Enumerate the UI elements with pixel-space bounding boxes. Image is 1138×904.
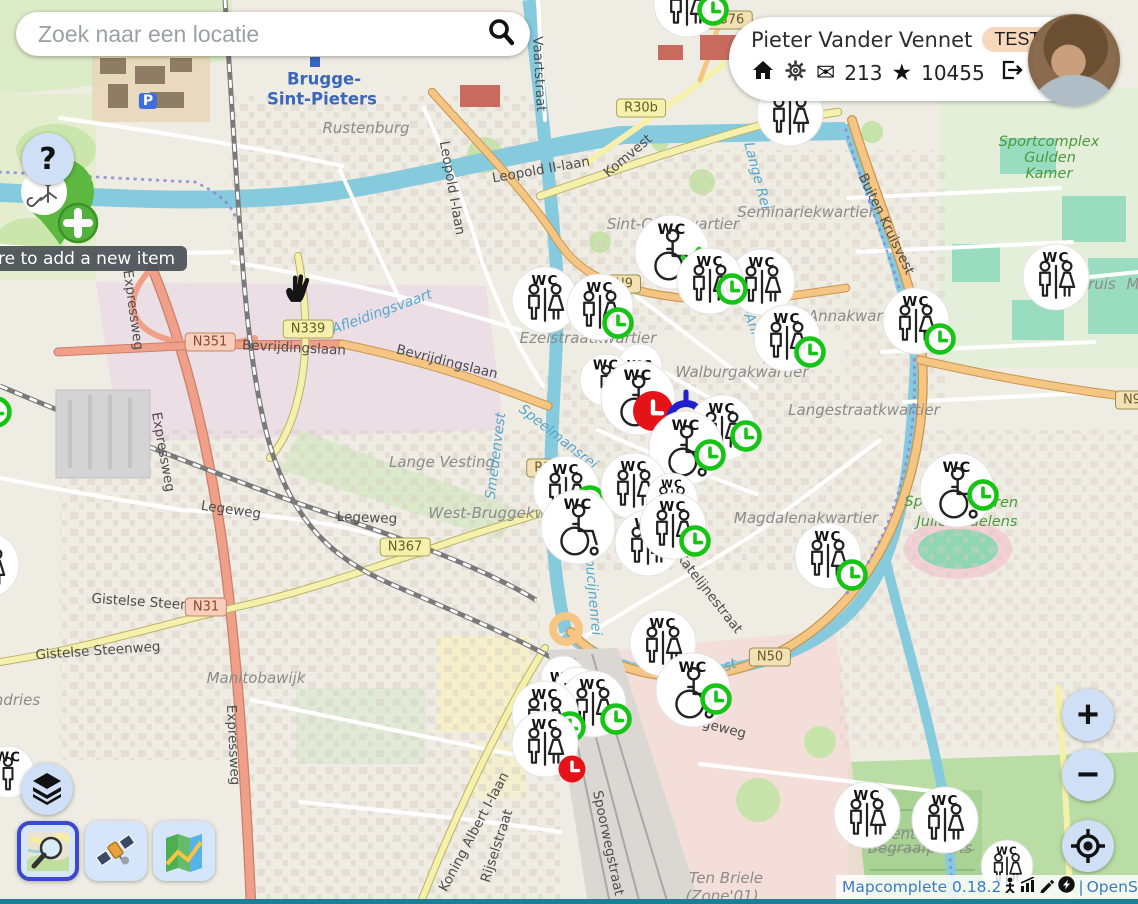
bottom-bar [0, 899, 1138, 904]
wc-marker[interactable]: WC [0, 532, 19, 598]
changesets-count: 10455 [921, 61, 985, 85]
open-clock-badge-icon [719, 276, 746, 303]
help-button[interactable]: ? [22, 133, 74, 185]
plus-icon: + [1077, 694, 1099, 737]
user-name: Pieter Vander Vennet [751, 28, 972, 52]
wc-marker[interactable]: WC [795, 523, 866, 589]
osm-copyright-icon[interactable] [1058, 876, 1075, 898]
messages-icon[interactable]: ✉ [816, 61, 835, 84]
svg-text:WC: WC [902, 294, 929, 310]
status-badge[interactable] [0, 399, 10, 426]
open-clock-badge-icon [605, 310, 632, 337]
osm-link[interactable]: OpenStreetMap [1087, 878, 1138, 896]
svg-text:WC: WC [531, 717, 558, 733]
satellite-icon [94, 830, 138, 872]
svg-text:WC: WC [531, 687, 558, 703]
location-search[interactable] [16, 12, 530, 56]
basemap-satellite-button[interactable] [85, 821, 147, 881]
svg-text:WC: WC [996, 845, 1018, 857]
open-clock-badge-icon [603, 706, 630, 733]
wc-marker[interactable]: WC [567, 274, 633, 340]
svg-text:WC: WC [696, 254, 723, 270]
basemap-osm-button[interactable] [17, 821, 79, 881]
svg-text:WC: WC [586, 280, 613, 296]
svg-text:WC: WC [748, 255, 775, 271]
open-clock-badge-icon [697, 442, 724, 469]
search-input[interactable] [36, 20, 486, 49]
wc-marker[interactable]: WC [640, 493, 709, 559]
world-map-icon [162, 830, 206, 872]
svg-text:WC: WC [814, 529, 841, 545]
layers-icon [29, 769, 65, 810]
minus-icon: − [1077, 754, 1099, 797]
attribution-bar: Mapcomplete 0.18.2 | OpenStreetMap [836, 875, 1138, 899]
open-clock-badge-icon [733, 423, 760, 450]
layers-button[interactable] [21, 763, 73, 815]
osm-map-icon [26, 830, 70, 872]
open-clock-badge-icon [970, 482, 997, 509]
home-icon[interactable] [751, 58, 775, 87]
wc-marker[interactable]: WC [883, 288, 954, 354]
wc-marker[interactable]: WC [920, 453, 997, 527]
svg-text:WC: WC [773, 311, 800, 327]
poi-markers: WC WC WC WC WC WC WC WC WC WC WC WC WC WC WC WC WC WC WC WC… [0, 0, 1138, 904]
svg-text:WC: WC [853, 788, 880, 804]
svg-text:WC: WC [620, 459, 647, 475]
help-label: ? [39, 142, 56, 177]
open-clock-badge-icon [700, 0, 727, 24]
hand-cursor-icon [281, 271, 313, 310]
svg-text:WC: WC [931, 793, 958, 809]
svg-text:WC: WC [661, 478, 683, 490]
star-icon: ★ [891, 61, 912, 84]
crosshair-icon [1069, 827, 1107, 865]
basemap-switcher [17, 821, 215, 881]
settings-gear-icon[interactable] [784, 59, 807, 87]
open-clock-badge-icon [839, 562, 866, 589]
wc-marker[interactable]: WC [834, 782, 900, 848]
closed-clock-badge-icon [559, 756, 586, 783]
wc-marker[interactable]: WC [656, 653, 730, 727]
user-avatar[interactable] [1028, 14, 1120, 106]
app-version: Mapcomplete 0.18.2 [842, 878, 1001, 896]
logout-icon[interactable] [998, 58, 1023, 87]
wc-marker[interactable]: WC [541, 490, 615, 564]
basemap-worldmap-button[interactable] [153, 821, 215, 881]
open-clock-badge-icon [797, 339, 824, 366]
wc-marker[interactable]: WC [754, 305, 824, 371]
wc-marker[interactable]: WC [654, 0, 727, 37]
svg-text:WC: WC [552, 462, 579, 478]
statistics-icon[interactable] [1020, 877, 1036, 897]
svg-text:WC: WC [1042, 250, 1069, 266]
mapcomplete-app: Brugge-Sint-PietersRustenburgSint-Gillis… [0, 0, 1138, 904]
geolocate-button[interactable] [1062, 820, 1114, 872]
messages-count: 213 [844, 61, 882, 85]
svg-text:WC: WC [531, 273, 558, 289]
svg-text:WC: WC [649, 616, 676, 632]
attribution-separator: | [1078, 878, 1083, 896]
svg-text:WC: WC [659, 499, 686, 515]
wc-marker[interactable]: WC [677, 248, 746, 314]
search-icon[interactable] [486, 17, 516, 52]
open-clock-badge-icon [927, 326, 954, 353]
wc-marker[interactable]: WC [912, 787, 978, 853]
zoom-in-button[interactable]: + [1062, 689, 1114, 741]
add-item-tooltip: re to add a new item [0, 246, 187, 271]
open-clock-badge-icon [682, 528, 709, 555]
zoom-out-button[interactable]: − [1062, 749, 1114, 801]
edit-pencil-icon[interactable] [1039, 877, 1055, 898]
wc-marker[interactable]: WC [1023, 244, 1089, 310]
surveyor-icon[interactable] [1004, 877, 1017, 898]
svg-text:WC: WC [708, 401, 735, 417]
svg-text:WC: WC [579, 677, 606, 693]
open-clock-badge-icon [703, 686, 730, 713]
